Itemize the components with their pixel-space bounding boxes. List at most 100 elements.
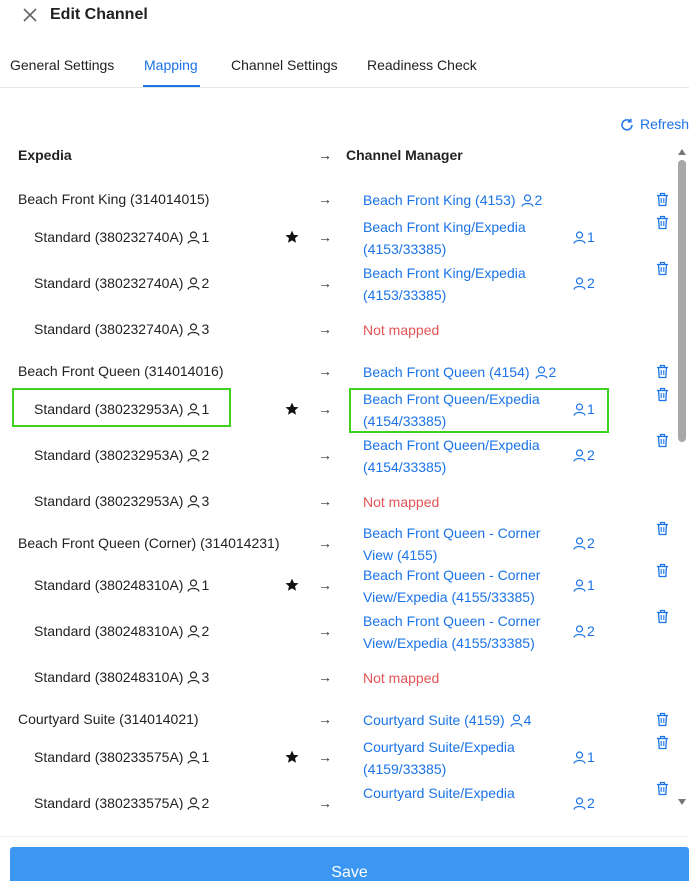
cm-occupancy-count: 1	[587, 577, 595, 593]
expedia-label-text: Standard (380232740A)	[34, 275, 184, 291]
person-icon	[183, 795, 201, 810]
person-icon	[183, 229, 201, 245]
channel-manager-link[interactable]: Beach Front Queen (4154) 2	[363, 361, 556, 383]
channel-manager-link[interactable]: Courtyard Suite (4159) 4	[363, 709, 531, 731]
rate-plan-label: Standard (380232953A) 3	[34, 493, 209, 509]
occupancy-count: 3	[201, 669, 210, 685]
tab-general-settings[interactable]: General Settings	[10, 57, 114, 73]
expedia-label-text: Standard (380233575A)	[34, 795, 184, 810]
cm-occupancy-badge: 1	[573, 749, 595, 765]
person-icon	[183, 577, 201, 593]
person-icon	[183, 493, 201, 509]
room-type-label: Courtyard Suite (314014021)	[18, 711, 199, 727]
person-icon	[183, 321, 201, 337]
mapping-arrow: →	[318, 401, 332, 417]
channel-manager-link[interactable]: Beach Front Queen - Corner View (4155)	[363, 522, 548, 566]
refresh-label: Refresh	[640, 116, 689, 132]
person-icon	[573, 795, 587, 810]
delete-mapping-icon[interactable]	[656, 215, 669, 230]
expedia-label-text: Standard (380248310A)	[34, 669, 184, 685]
occupancy-badge: 2	[183, 447, 209, 463]
rate-plan-label: Standard (380248310A) 1	[34, 577, 209, 593]
delete-mapping-icon[interactable]	[656, 712, 669, 727]
star-icon[interactable]	[285, 230, 299, 244]
cm-occupancy-badge: 2	[520, 192, 543, 208]
mapping-arrow: →	[318, 669, 332, 685]
channel-manager-link[interactable]: Beach Front King (4153) 2	[363, 189, 542, 211]
scroll-up-icon[interactable]	[678, 149, 686, 155]
mapping-arrow: →	[318, 229, 332, 245]
tab-mapping[interactable]: Mapping	[144, 57, 198, 73]
star-icon[interactable]	[285, 750, 299, 764]
person-icon	[183, 447, 201, 463]
star-icon[interactable]	[285, 402, 299, 416]
person-icon	[573, 275, 587, 291]
star-icon[interactable]	[285, 578, 299, 592]
mapping-arrow: →	[318, 711, 332, 727]
expedia-label-text: Standard (380232953A)	[34, 447, 184, 463]
cm-occupancy-badge: 2	[534, 364, 556, 380]
delete-mapping-icon[interactable]	[656, 433, 669, 448]
tab-channel-settings[interactable]: Channel Settings	[231, 57, 338, 73]
expedia-label-text: Beach Front Queen (314014016)	[18, 363, 224, 379]
mapping-arrow: →	[318, 795, 332, 810]
mapping-arrow: →	[318, 535, 332, 551]
occupancy-count: 3	[201, 493, 210, 509]
channel-manager-link[interactable]: Beach Front Queen - Corner View/Expedia …	[363, 610, 541, 654]
refresh-button[interactable]: Refresh	[620, 116, 689, 132]
save-button[interactable]: Save	[10, 847, 689, 881]
tab-bar: General Settings Mapping Channel Setting…	[0, 44, 689, 88]
cm-occupancy-count: 4	[523, 712, 532, 728]
delete-mapping-icon[interactable]	[656, 609, 669, 624]
delete-mapping-icon[interactable]	[656, 735, 669, 750]
cm-occupancy-count: 2	[587, 447, 595, 463]
channel-manager-link[interactable]: Courtyard Suite/Expedia (4159/33385)	[363, 782, 543, 810]
cm-occupancy-count: 1	[587, 229, 595, 245]
active-tab-indicator	[143, 85, 200, 87]
cm-occupancy-count: 2	[534, 192, 543, 208]
close-icon[interactable]	[22, 7, 38, 23]
cm-occupancy-badge: 4	[510, 712, 532, 728]
expedia-label-text: Beach Front King (314014015)	[18, 191, 210, 207]
rate-plan-label: Standard (380248310A) 2	[34, 623, 209, 639]
tab-readiness-check[interactable]: Readiness Check	[367, 57, 477, 73]
occupancy-count: 2	[201, 275, 210, 291]
page-title: Edit Channel	[50, 6, 148, 23]
delete-mapping-icon[interactable]	[656, 261, 669, 276]
scrollbar-thumb[interactable]	[678, 160, 686, 442]
occupancy-badge: 3	[183, 669, 209, 685]
person-icon	[183, 749, 201, 765]
room-type-label: Beach Front Queen (314014016)	[18, 363, 223, 379]
dialog-header: Edit Channel	[0, 0, 689, 34]
rate-plan-label: Standard (380233575A) 2	[34, 795, 209, 810]
occupancy-count: 3	[201, 321, 210, 337]
mapping-arrow: →	[318, 191, 332, 207]
mapping-arrow: →	[318, 363, 332, 379]
channel-manager-link[interactable]: Beach Front Queen - Corner View/Expedia …	[363, 564, 541, 608]
delete-mapping-icon[interactable]	[656, 364, 669, 379]
highlight-box-channel-manager	[349, 388, 609, 433]
channel-manager-link[interactable]: Beach Front King/Expedia (4153/33385)	[363, 216, 543, 260]
not-mapped-status: Not mapped	[363, 322, 440, 338]
column-header-channel-manager: Channel Manager	[346, 147, 463, 163]
delete-mapping-icon[interactable]	[656, 781, 669, 796]
delete-mapping-icon[interactable]	[656, 387, 669, 402]
occupancy-badge: 2	[183, 275, 209, 291]
mapping-arrow: →	[318, 493, 332, 509]
delete-mapping-icon[interactable]	[656, 521, 669, 536]
channel-manager-link[interactable]: Courtyard Suite/Expedia (4159/33385)	[363, 736, 543, 780]
occupancy-count: 1	[201, 577, 210, 593]
scroll-down-icon[interactable]	[678, 799, 686, 805]
occupancy-count: 2	[201, 795, 210, 810]
channel-manager-link[interactable]: Beach Front Queen/Expedia (4154/33385)	[363, 434, 543, 478]
person-icon	[183, 669, 201, 685]
delete-mapping-icon[interactable]	[656, 192, 669, 207]
channel-manager-link[interactable]: Beach Front King/Expedia (4153/33385)	[363, 262, 543, 306]
refresh-icon	[621, 118, 633, 131]
cm-occupancy-badge: 2	[573, 447, 595, 463]
occupancy-badge: 2	[183, 623, 209, 639]
column-header-arrow: →	[318, 147, 332, 163]
rate-plan-label: Standard (380232953A) 2	[34, 447, 209, 463]
delete-mapping-icon[interactable]	[656, 563, 669, 578]
rate-plan-label: Standard (380232740A) 2	[34, 275, 209, 291]
